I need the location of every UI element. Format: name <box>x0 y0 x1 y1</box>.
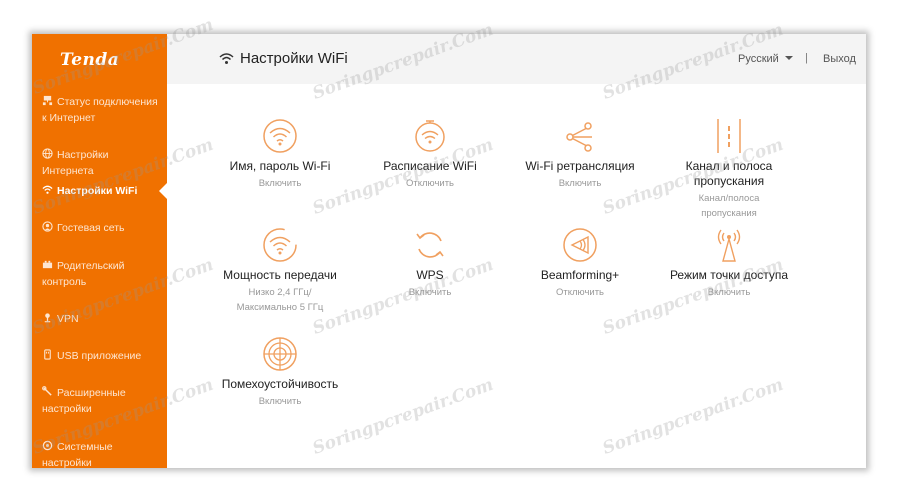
beamforming-icon <box>563 228 597 262</box>
wifi-repeater-icon <box>566 122 592 152</box>
tile-interference-immunity[interactable]: Помехоустойчивость Включить <box>200 336 360 409</box>
globe-icon <box>42 148 53 159</box>
sidebar-item-label: VPN <box>57 313 79 325</box>
tile-beamforming[interactable]: Beamforming+ Отключить <box>500 227 660 300</box>
sidebar-item-parental-control[interactable]: Родительский контроль <box>42 258 162 290</box>
sidebar-item-advanced[interactable]: Расширенные настройки <box>42 385 162 417</box>
tile-status: Включить <box>258 396 302 407</box>
tile-title: Расписание WiFi <box>383 159 477 173</box>
tile-title: Мощность передачи <box>223 268 337 282</box>
page-title-text: Настройки WiFi <box>240 50 348 67</box>
tenda-logo: Tenda <box>60 50 120 70</box>
vpn-icon <box>44 313 51 323</box>
guest-network-icon <box>42 221 53 232</box>
header: Настройки WiFi Русский | Выход <box>167 34 866 84</box>
wifi-circle-icon <box>263 119 297 153</box>
language-value: Русский <box>738 53 779 65</box>
sidebar-item-label: Гостевая сеть <box>57 222 125 234</box>
tile-wifi-schedule[interactable]: Расписание WiFi Отключить <box>350 118 510 191</box>
tile-transmit-power[interactable]: Мощность передачи Низко 2,4 ГГц/ Максима… <box>200 227 360 315</box>
sidebar-item-internet[interactable]: Настройки Интернета <box>42 147 162 179</box>
tile-status: Низко 2,4 ГГц/ Максимально 5 ГГц <box>236 287 324 313</box>
router-admin-window: Tenda Статус подключения к Интернет Наст… <box>32 34 866 468</box>
active-item-pointer <box>159 183 167 199</box>
wps-icon <box>416 232 444 258</box>
tile-status: Канал/полоса пропускания <box>698 193 760 219</box>
system-settings-icon <box>42 440 53 451</box>
tile-wifi-name-password[interactable]: Имя, пароль Wi-Fi Включить <box>200 118 360 191</box>
language-select[interactable]: Русский <box>738 53 793 65</box>
tile-wps[interactable]: WPS Включить <box>350 227 510 300</box>
tile-title: WPS <box>416 268 444 282</box>
wifi-schedule-icon <box>415 120 445 152</box>
sidebar-item-label: USB приложение <box>57 350 142 362</box>
page-title: Настройки WiFi <box>219 50 348 67</box>
tile-channel-bandwidth[interactable]: Канал и полоса пропускания Канал/полоса … <box>649 118 809 221</box>
tile-status: Включить <box>258 178 302 189</box>
tile-status: Отключить <box>555 287 605 298</box>
tile-status: Включить <box>558 178 602 189</box>
tools-icon <box>42 386 52 396</box>
parental-control-icon <box>42 260 53 269</box>
tile-title: Режим точки доступа <box>669 268 789 282</box>
sidebar-item-label: Расширенные настройки <box>42 387 126 415</box>
tile-status: Включить <box>707 287 751 298</box>
network-status-icon <box>42 95 53 106</box>
access-point-icon <box>717 229 741 262</box>
sidebar-item-label: Родительский контроль <box>42 260 125 288</box>
tile-access-point[interactable]: Режим точки доступа Включить <box>649 227 809 300</box>
sidebar: Tenda Статус подключения к Интернет Наст… <box>32 34 167 468</box>
sidebar-item-label: Настройки WiFi <box>57 185 138 197</box>
interference-icon <box>263 337 297 371</box>
logout-link[interactable]: Выход <box>823 53 856 65</box>
sidebar-item-wifi[interactable]: Настройки WiFi <box>42 183 162 199</box>
tile-title: Wi-Fi ретрансляция <box>525 159 635 173</box>
chevron-down-icon <box>784 56 793 60</box>
header-separator: | <box>805 52 808 64</box>
tile-title: Beamforming+ <box>540 268 620 282</box>
sidebar-item-system[interactable]: Системные настройки <box>42 439 162 468</box>
usb-icon <box>44 349 51 360</box>
tile-title: Помехоустойчивость <box>221 377 339 391</box>
tile-title: Имя, пароль Wi-Fi <box>229 159 331 173</box>
tile-status: Отключить <box>405 178 455 189</box>
sidebar-item-guest-network[interactable]: Гостевая сеть <box>42 220 162 236</box>
sidebar-item-usb[interactable]: USB приложение <box>42 348 162 364</box>
tile-status: Включить <box>408 287 452 298</box>
channel-bandwidth-icon <box>717 119 741 153</box>
tile-wifi-repeater[interactable]: Wi-Fi ретрансляция Включить <box>500 118 660 191</box>
sidebar-item-label: Статус подключения к Интернет <box>42 96 158 124</box>
wifi-icon <box>219 53 234 64</box>
sidebar-item-vpn[interactable]: VPN <box>42 311 162 327</box>
wifi-icon <box>42 185 53 194</box>
transmit-power-icon <box>263 228 297 262</box>
sidebar-item-connection-status[interactable]: Статус подключения к Интернет <box>42 94 162 126</box>
tile-title: Канал и полоса пропускания <box>685 159 773 188</box>
